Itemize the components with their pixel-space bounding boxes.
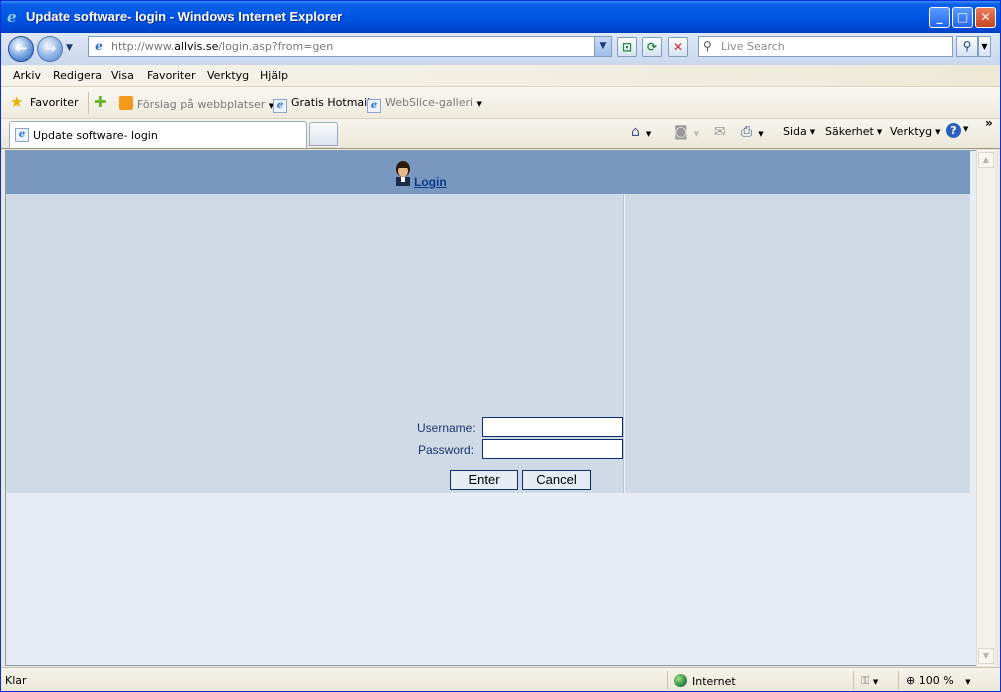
compatibility-view-icon[interactable]: ⊡	[617, 37, 637, 57]
help-dropdown-icon[interactable]: ▼	[963, 125, 968, 133]
status-text: Klar	[5, 674, 27, 687]
address-dropdown-icon[interactable]: ▼	[594, 37, 611, 56]
ie-logo-icon: e	[7, 8, 17, 26]
username-input[interactable]	[482, 417, 623, 437]
tab-ie-icon: e	[15, 128, 29, 142]
chevron-more-icon[interactable]: »	[985, 116, 993, 130]
feeds-icon[interactable]: ◙ ▼	[674, 124, 699, 140]
status-separator	[898, 671, 899, 689]
window-title: Update software- login - Windows Interne…	[26, 9, 343, 24]
search-placeholder: Live Search	[721, 40, 785, 53]
vertical-scrollbar[interactable]: ▲ ▼	[976, 150, 995, 666]
maximize-button[interactable]: □	[952, 7, 973, 28]
tools-menu[interactable]: Verktyg ▼	[890, 125, 941, 138]
zoom-control[interactable]: ⊕ 100 % ▼	[906, 674, 971, 687]
header-band: Login	[6, 151, 970, 194]
tab-label: Update software- login	[33, 129, 158, 142]
menu-hjalp[interactable]: Hjälp	[260, 69, 288, 82]
favorites-bar: ★ Favoriter ✚ Förslag på webbplatser ▼ e…	[1, 87, 1000, 119]
scroll-down-icon[interactable]: ▼	[978, 648, 994, 664]
search-options-dropdown-icon[interactable]: ▼	[978, 36, 991, 57]
zoom-icon: ⊕	[906, 674, 916, 687]
new-tab-button[interactable]	[309, 122, 338, 146]
mail-icon[interactable]: ✉	[714, 124, 726, 140]
menu-arkiv[interactable]: Arkiv	[13, 69, 41, 82]
print-icon[interactable]: ⎙ ▼	[741, 124, 764, 140]
toolbar-separator	[88, 92, 89, 114]
protected-mode-icon[interactable]: ⚿ ▼	[861, 674, 878, 688]
fav-item-webslice[interactable]: e WebSlice-galleri ▼	[367, 96, 482, 113]
refresh-icon[interactable]: ⟳	[642, 37, 662, 57]
security-zone[interactable]: Internet	[674, 674, 736, 688]
fav-item-suggested-sites[interactable]: Förslag på webbplatser ▼	[119, 96, 274, 111]
login-link[interactable]: Login	[414, 175, 447, 189]
scroll-up-icon[interactable]: ▲	[978, 152, 994, 168]
enter-button[interactable]: Enter	[450, 470, 518, 490]
home-icon[interactable]: ⌂ ▼	[631, 124, 651, 140]
menu-favoriter[interactable]: Favoriter	[147, 69, 195, 82]
menu-redigera[interactable]: Redigera	[53, 69, 102, 82]
page-icon: e	[95, 39, 103, 53]
menu-visa[interactable]: Visa	[111, 69, 134, 82]
address-url[interactable]: http://www.allvis.se/login.asp?from=gen	[111, 40, 333, 53]
tab-update-software-login[interactable]: e Update software- login	[9, 121, 307, 148]
fav-item-hotmail[interactable]: e Gratis Hotmail	[273, 96, 370, 113]
address-field[interactable]: e http://www.allvis.se/login.asp?from=ge…	[88, 36, 612, 57]
forward-button[interactable]: →	[37, 36, 63, 62]
status-separator	[853, 671, 854, 689]
cancel-button[interactable]: Cancel	[522, 470, 591, 490]
title-bar: e Update software- login - Windows Inter…	[1, 1, 1000, 33]
favorites-star-icon: ★	[10, 93, 24, 111]
safety-menu[interactable]: Säkerhet ▼	[825, 125, 882, 138]
back-button[interactable]: ←	[8, 36, 34, 62]
password-label: Password:	[418, 443, 475, 457]
minimize-button[interactable]: _	[929, 7, 950, 28]
close-button[interactable]: ✕	[975, 7, 996, 28]
hotmail-ie-icon: e	[273, 99, 287, 113]
menu-bar: Arkiv Redigera Visa Favoriter Verktyg Hj…	[1, 65, 1000, 87]
panel-divider	[623, 194, 625, 493]
stop-icon[interactable]: ✕	[668, 37, 688, 57]
globe-icon	[674, 674, 687, 687]
browser-window: e Update software- login - Windows Inter…	[0, 0, 1001, 692]
page-content: Login Username: Password: Enter Cancel	[5, 150, 980, 666]
history-dropdown-icon[interactable]: ▼	[66, 43, 73, 53]
favorites-button[interactable]: Favoriter	[30, 96, 78, 109]
status-bar: Klar Internet ⚿ ▼ ⊕ 100 % ▼	[1, 667, 1000, 691]
password-input[interactable]	[482, 439, 623, 459]
tab-row: e Update software- login » ⌂ ▼ ◙ ▼ ✉ ⎙ ▼ Si…	[1, 116, 1000, 149]
webslice-ie-icon: e	[367, 99, 381, 113]
search-icon: ⚲	[703, 39, 712, 53]
help-icon[interactable]: ?	[946, 123, 961, 138]
search-field[interactable]: ⚲ Live Search	[698, 36, 953, 57]
page-menu[interactable]: Sida ▼	[783, 125, 815, 138]
status-separator	[667, 671, 668, 689]
search-go-button[interactable]: ⚲	[956, 36, 978, 57]
menu-verktyg[interactable]: Verktyg	[207, 69, 249, 82]
user-avatar-icon	[396, 161, 410, 186]
username-label: Username:	[417, 421, 476, 435]
suggested-sites-icon	[119, 96, 133, 110]
address-toolbar: ← → ▼ e http://www.allvis.se/login.asp?f…	[1, 33, 1000, 65]
add-favorite-icon[interactable]: ✚	[94, 93, 107, 111]
